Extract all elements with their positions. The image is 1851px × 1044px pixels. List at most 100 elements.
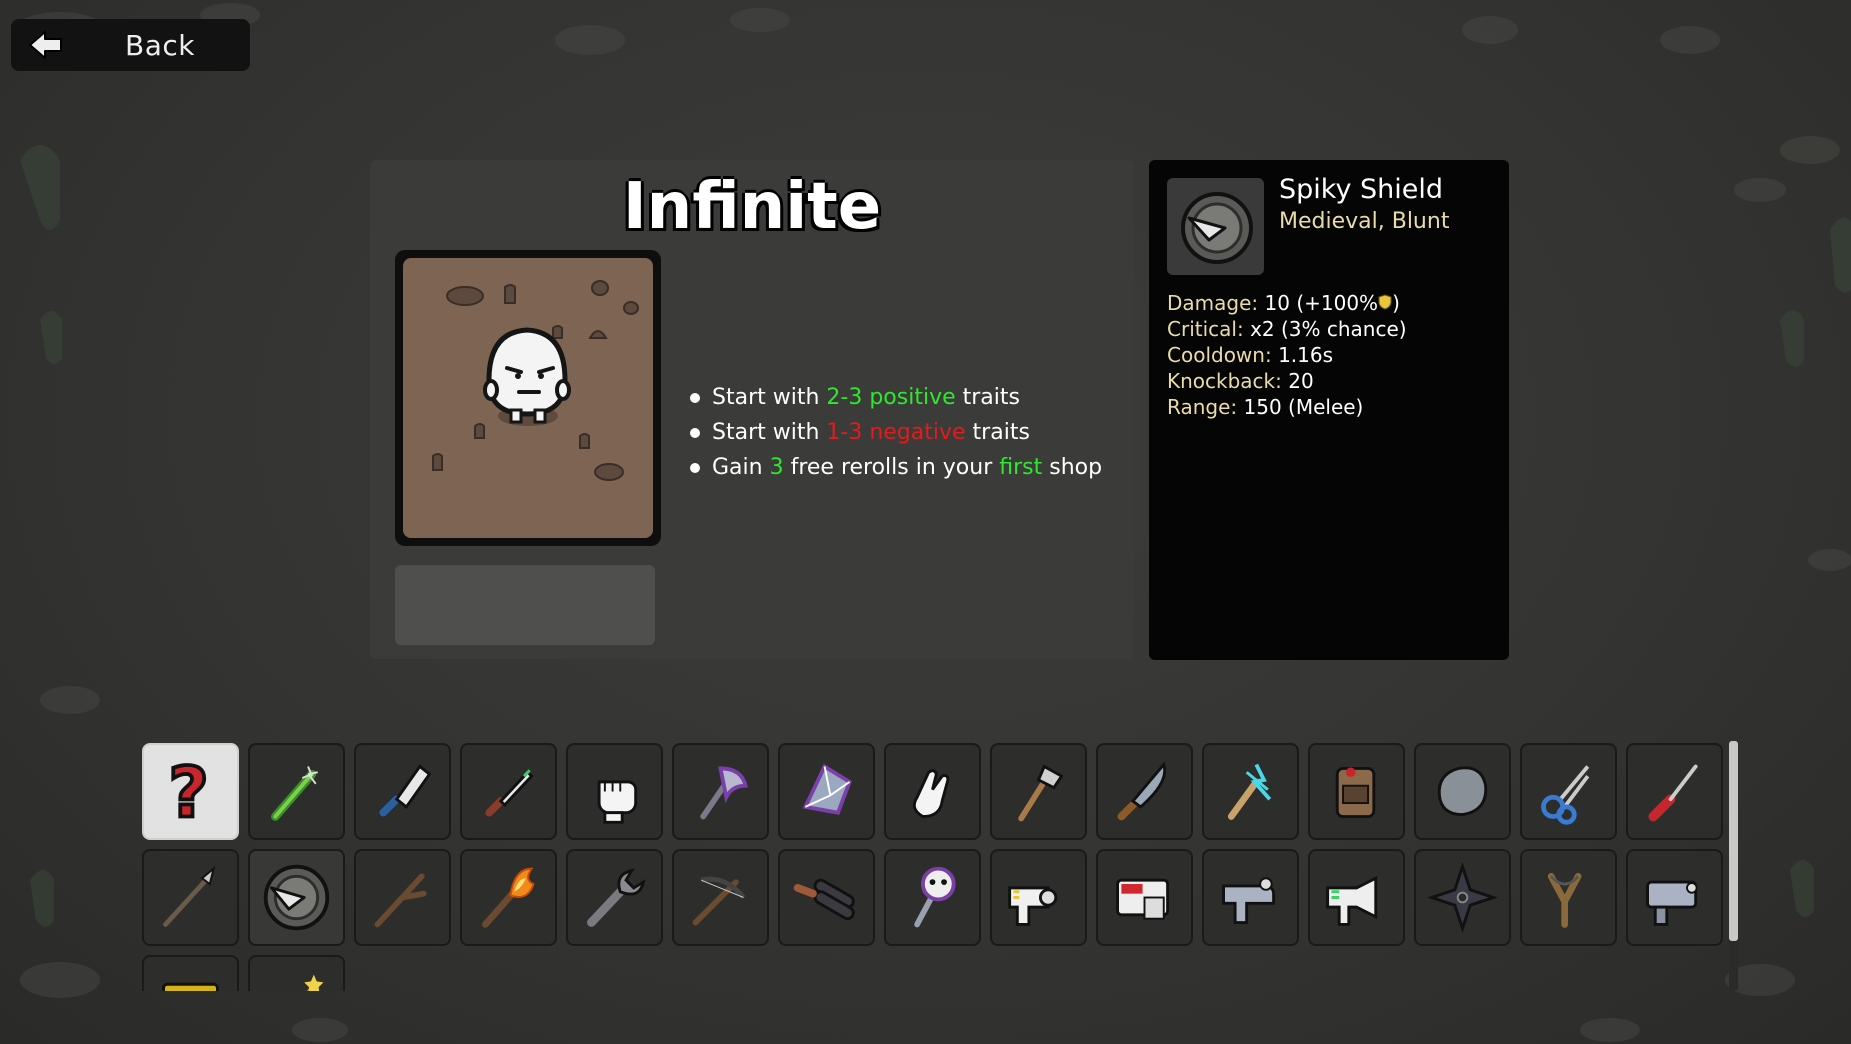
trait-text: Start with bbox=[712, 385, 827, 410]
megaphone-gun-icon bbox=[1326, 875, 1378, 926]
trait-item: Start with 2-3 positive traits bbox=[690, 380, 1102, 415]
trait-text: traits bbox=[955, 385, 1020, 410]
laser-gun-icon bbox=[1008, 886, 1058, 926]
weapon-slot[interactable] bbox=[1202, 849, 1299, 946]
weapon-slot[interactable] bbox=[1626, 849, 1723, 946]
weapon-slot[interactable] bbox=[990, 743, 1087, 840]
character-portrait bbox=[395, 250, 661, 546]
weapon-slot[interactable] bbox=[1308, 849, 1405, 946]
weapon-slot[interactable] bbox=[460, 849, 557, 946]
weapon-slot[interactable] bbox=[460, 743, 557, 840]
weapon-slot[interactable] bbox=[142, 849, 239, 946]
weapon-slot[interactable] bbox=[354, 849, 451, 946]
combat-knife-icon bbox=[1117, 761, 1167, 821]
stat-key: Cooldown bbox=[1167, 343, 1265, 367]
double-barrel-icon bbox=[793, 878, 855, 921]
weapon-slot[interactable] bbox=[1096, 849, 1193, 946]
item-stats: Damage: 10 (+100%) Critical: x2 (3% chanc… bbox=[1167, 290, 1407, 420]
weapon-slot[interactable] bbox=[1520, 849, 1617, 946]
plasma-gun-icon bbox=[1222, 877, 1276, 924]
trait-text: 2-3 positive bbox=[826, 385, 956, 410]
stat-key: Range bbox=[1167, 395, 1231, 419]
stick-icon bbox=[374, 873, 427, 928]
skull-staff-icon bbox=[914, 866, 956, 928]
stat-value: x2 (3% chance) bbox=[1250, 317, 1407, 341]
weapon-slot[interactable] bbox=[1308, 743, 1405, 840]
stat-row-damage: Damage: 10 (+100%) bbox=[1167, 291, 1400, 315]
weapon-slot[interactable] bbox=[990, 849, 1087, 946]
back-button-label: Back bbox=[125, 28, 195, 62]
weapon-grid-area: ? bbox=[142, 743, 1742, 991]
random-question-icon: ? bbox=[167, 753, 211, 830]
weapon-slot[interactable] bbox=[142, 955, 239, 991]
scrollbar-thumb[interactable] bbox=[1729, 741, 1738, 941]
stat-key: Knockback bbox=[1167, 369, 1276, 393]
trait-text: first bbox=[999, 455, 1043, 480]
trait-text: shop bbox=[1042, 455, 1103, 480]
spiky-shield-icon bbox=[1181, 192, 1253, 264]
weapon-slot[interactable] bbox=[248, 849, 345, 946]
stat-key: Damage bbox=[1167, 291, 1252, 315]
weapon-slot[interactable] bbox=[778, 849, 875, 946]
weapon-slot[interactable] bbox=[672, 849, 769, 946]
stat-row-knockback: Knockback: 20 bbox=[1167, 369, 1314, 393]
weapon-slot[interactable] bbox=[248, 955, 345, 991]
weapon-slot[interactable] bbox=[354, 743, 451, 840]
red-shredder-icon bbox=[1116, 878, 1170, 920]
cursed-axe-icon bbox=[700, 766, 748, 820]
weapon-slot[interactable] bbox=[566, 849, 663, 946]
trait-text: free rerolls in your bbox=[783, 455, 1000, 480]
backpack-icon bbox=[1335, 766, 1376, 818]
trait-text: traits bbox=[965, 420, 1030, 445]
character-avatar-icon bbox=[432, 280, 639, 481]
trait-list: Start with 2-3 positive traits Start with… bbox=[690, 380, 1102, 485]
weapon-grid-scrollbar[interactable] bbox=[1729, 741, 1738, 991]
trait-item: Gain 3 free rerolls in your first shop bbox=[690, 450, 1102, 485]
stat-suffix: ) bbox=[1392, 291, 1400, 315]
stat-row-range: Range: 150 (Melee) bbox=[1167, 395, 1364, 419]
cleaver-icon bbox=[379, 764, 432, 817]
slingshot-icon bbox=[1547, 872, 1582, 928]
weapon-slot[interactable] bbox=[248, 743, 345, 840]
weapon-slot[interactable] bbox=[778, 743, 875, 840]
svg-text:?: ? bbox=[168, 754, 208, 830]
weapon-slot[interactable] bbox=[1202, 743, 1299, 840]
portrait-placeholder bbox=[395, 565, 655, 645]
weapon-slot[interactable] bbox=[672, 743, 769, 840]
item-name: Spiky Shield bbox=[1279, 174, 1444, 205]
stat-row-critical: Critical: x2 (3% chance) bbox=[1167, 317, 1407, 341]
knife-icon bbox=[485, 769, 534, 817]
item-tags: Medieval, Blunt bbox=[1279, 209, 1450, 234]
wrench-icon bbox=[587, 868, 646, 927]
magic-wand-icon bbox=[304, 974, 324, 991]
spiky-shield-icon bbox=[263, 864, 330, 931]
weapon-slot[interactable] bbox=[884, 743, 981, 840]
screwdriver-icon bbox=[1648, 764, 1698, 822]
scissors-icon bbox=[1541, 765, 1590, 825]
crossbow-icon bbox=[692, 876, 746, 926]
weapon-slot[interactable] bbox=[1414, 743, 1511, 840]
hand-icon bbox=[912, 769, 950, 818]
stat-value: 150 (Melee) bbox=[1243, 395, 1364, 419]
weapon-slot[interactable] bbox=[1520, 743, 1617, 840]
stat-value: 20 bbox=[1288, 369, 1314, 393]
weapon-slot[interactable] bbox=[1414, 849, 1511, 946]
character-name: Infinite bbox=[622, 170, 882, 244]
stat-row-cooldown: Cooldown: 1.16s bbox=[1167, 343, 1334, 367]
back-button[interactable]: Back bbox=[11, 19, 250, 71]
armor-shield-icon bbox=[1378, 294, 1392, 310]
crystal-shard-icon bbox=[802, 763, 852, 815]
torch-icon bbox=[482, 867, 535, 928]
weapon-slot[interactable] bbox=[1626, 743, 1723, 840]
weapon-slot[interactable] bbox=[566, 743, 663, 840]
gold-block-icon bbox=[162, 982, 219, 991]
trait-text: Gain bbox=[712, 455, 770, 480]
shuriken-icon bbox=[1427, 862, 1498, 933]
stat-key: Critical bbox=[1167, 317, 1237, 341]
spiked-club-icon bbox=[270, 766, 318, 821]
weapon-slot[interactable]: ? bbox=[142, 743, 239, 840]
item-info-panel: Spiky Shield Medieval, Blunt Damage: 10 … bbox=[1149, 160, 1509, 660]
weapon-slot[interactable] bbox=[884, 849, 981, 946]
lightning-staff-icon bbox=[1227, 763, 1272, 820]
weapon-slot[interactable] bbox=[1096, 743, 1193, 840]
